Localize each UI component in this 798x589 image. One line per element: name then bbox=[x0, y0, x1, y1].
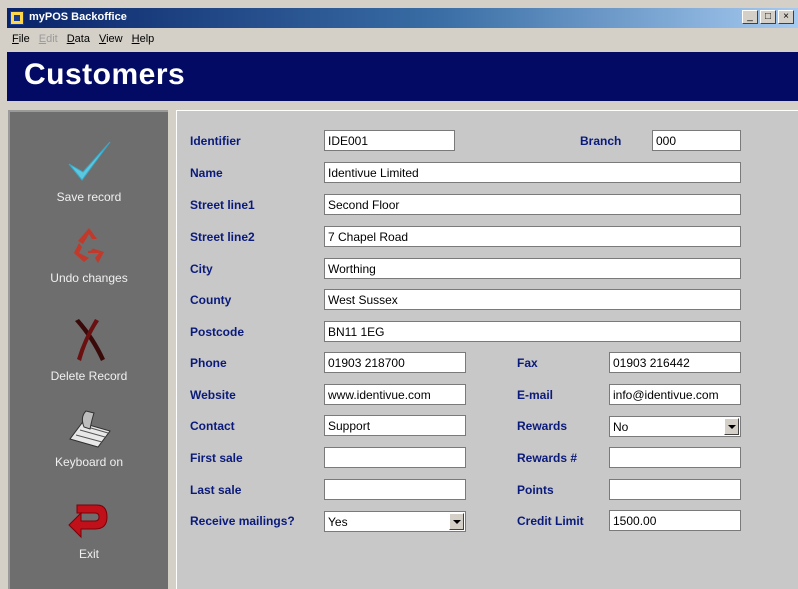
recycle-icon bbox=[74, 228, 104, 263]
city-field[interactable]: Worthing bbox=[324, 258, 741, 279]
chevron-down-icon[interactable] bbox=[724, 418, 739, 435]
action-sidebar: Save record Undo changes Delete Record K… bbox=[8, 110, 168, 589]
receive-mailings-value: Yes bbox=[328, 515, 348, 529]
email-field[interactable]: info@identivue.com bbox=[609, 384, 741, 405]
last-sale-label: Last sale bbox=[190, 483, 242, 497]
exit-label: Exit bbox=[78, 547, 99, 561]
branch-field[interactable]: 000 bbox=[652, 130, 741, 151]
app-icon bbox=[10, 11, 24, 25]
credit-limit-field[interactable]: 1500.00 bbox=[609, 510, 741, 531]
county-field[interactable]: West Sussex bbox=[324, 289, 741, 310]
page-title: Customers bbox=[24, 58, 186, 91]
phone-label: Phone bbox=[190, 356, 227, 370]
rewards-number-label: Rewards # bbox=[517, 451, 578, 465]
email-label: E-mail bbox=[517, 388, 554, 402]
receive-mailings-select[interactable]: Yes bbox=[324, 511, 466, 532]
identifier-label: Identifier bbox=[190, 134, 241, 148]
postcode-label: Postcode bbox=[190, 325, 245, 339]
first-sale-field[interactable] bbox=[324, 447, 466, 468]
menu-file[interactable]: File bbox=[7, 31, 34, 49]
rewards-select-value: No bbox=[613, 420, 629, 434]
fax-label: Fax bbox=[517, 356, 538, 370]
street-line1-label: Street line1 bbox=[190, 198, 255, 212]
contact-label: Contact bbox=[190, 419, 235, 433]
menu-edit[interactable]: Edit bbox=[34, 31, 62, 49]
last-sale-field[interactable] bbox=[324, 479, 466, 500]
identifier-field[interactable]: IDE001 bbox=[324, 130, 455, 151]
street-line2-label: Street line2 bbox=[190, 230, 255, 244]
menu-data[interactable]: Data bbox=[62, 31, 94, 49]
delete-record-label: Delete Record bbox=[50, 369, 128, 383]
exit-button[interactable]: Exit bbox=[10, 499, 168, 561]
delete-record-button[interactable]: Delete Record bbox=[10, 317, 168, 383]
fax-field[interactable]: 01903 216442 bbox=[609, 352, 741, 373]
city-label: City bbox=[190, 262, 213, 276]
rewards-select[interactable]: No bbox=[609, 416, 741, 437]
window-controls: _ □ × bbox=[742, 10, 794, 24]
undo-changes-button[interactable]: Undo changes bbox=[10, 225, 168, 285]
receive-mailings-label: Receive mailings? bbox=[190, 514, 295, 528]
save-record-label: Save record bbox=[56, 190, 122, 204]
branch-label: Branch bbox=[580, 134, 622, 148]
keyboard-on-label: Keyboard on bbox=[54, 455, 124, 469]
street-line1-field[interactable]: Second Floor bbox=[324, 194, 741, 215]
phone-field[interactable]: 01903 218700 bbox=[324, 352, 466, 373]
customer-form: Identifier IDE001 Branch 000 Name Identi… bbox=[176, 110, 798, 589]
minimize-button[interactable]: _ bbox=[742, 10, 758, 24]
checkmark-icon bbox=[68, 141, 111, 181]
chevron-down-icon[interactable] bbox=[449, 513, 464, 530]
window-title: myPOS Backoffice bbox=[29, 11, 127, 23]
postcode-field[interactable]: BN11 1EG bbox=[324, 321, 741, 342]
delete-x-icon bbox=[75, 319, 105, 361]
website-field[interactable]: www.identivue.com bbox=[324, 384, 466, 405]
undo-changes-label: Undo changes bbox=[50, 271, 128, 285]
name-label: Name bbox=[190, 166, 223, 180]
name-field[interactable]: Identivue Limited bbox=[324, 162, 741, 183]
points-label: Points bbox=[517, 483, 554, 497]
close-button[interactable]: × bbox=[778, 10, 794, 24]
exit-arrow-icon bbox=[68, 504, 108, 539]
menu-help[interactable]: Help bbox=[127, 31, 159, 49]
window-title-bar[interactable]: myPOS Backoffice _ □ × bbox=[7, 8, 798, 28]
menu-bar: File Edit Data View Help bbox=[7, 31, 158, 49]
rewards-label: Rewards bbox=[517, 419, 568, 433]
website-label: Website bbox=[190, 388, 236, 402]
rewards-number-field[interactable] bbox=[609, 447, 741, 468]
menu-view[interactable]: View bbox=[94, 31, 127, 49]
street-line2-field[interactable]: 7 Chapel Road bbox=[324, 226, 741, 247]
contact-field[interactable]: Support bbox=[324, 415, 466, 436]
keyboard-on-button[interactable]: Keyboard on bbox=[10, 409, 168, 469]
maximize-button[interactable]: □ bbox=[760, 10, 776, 24]
keyboard-icon bbox=[69, 410, 111, 448]
first-sale-label: First sale bbox=[190, 451, 243, 465]
page-header: Customers bbox=[7, 52, 798, 101]
save-record-button[interactable]: Save record bbox=[10, 138, 168, 204]
county-label: County bbox=[190, 293, 232, 307]
points-field[interactable] bbox=[609, 479, 741, 500]
credit-limit-label: Credit Limit bbox=[517, 514, 584, 528]
